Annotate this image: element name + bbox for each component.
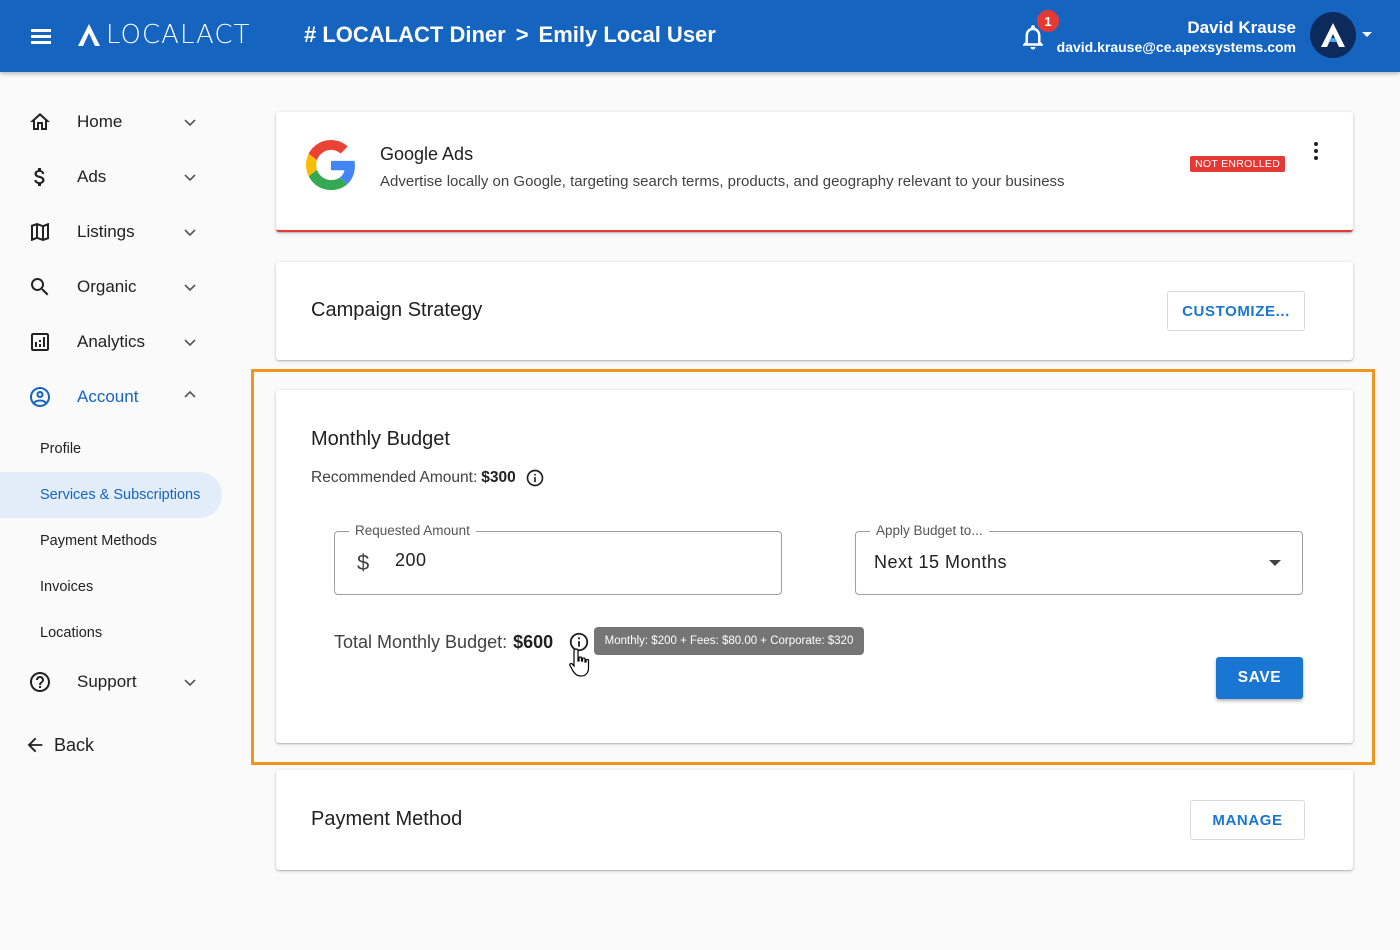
logo-text: LOCALACT (106, 20, 251, 50)
chevron-down-icon (184, 174, 196, 182)
total-value: $600 (513, 632, 554, 652)
pointer-hand-cursor-icon (569, 648, 590, 677)
sidebar-item-account[interactable]: Account (0, 377, 222, 417)
chevron-down-icon (184, 119, 196, 127)
arrow-left-icon (27, 737, 43, 753)
status-badge: NOT ENROLLED (1190, 156, 1286, 172)
chevron-down-icon[interactable] (1362, 32, 1372, 37)
sidebar-subitem-label: Payment Methods (40, 533, 157, 549)
sidebar-item-organic[interactable]: Organic (0, 267, 222, 307)
google-ads-card: Google Ads Advertise locally on Google, … (276, 112, 1353, 232)
field-label: Apply Budget to... (870, 523, 989, 538)
sidebar-subitem-profile[interactable]: Profile (0, 426, 222, 472)
sidebar-subitem-label: Locations (40, 625, 103, 641)
sidebar-subitem-services-subscriptions[interactable]: Services & Subscriptions (0, 472, 222, 518)
payment-method-card: Payment Method MANAGE (276, 770, 1353, 870)
breadcrumb-separator: > (515, 22, 529, 47)
requested-amount-field[interactable]: Requested Amount $ (334, 523, 782, 595)
recommended-amount: Recommended Amount: $300 (311, 468, 545, 488)
sidebar-item-label: Analytics (77, 332, 146, 351)
recommended-value: $300 (481, 469, 516, 486)
sidebar-item-analytics[interactable]: Analytics (0, 322, 222, 362)
currency-prefix: $ (357, 550, 370, 575)
total-monthly-budget: Total Monthly Budget: $600 (334, 632, 553, 653)
sidebar-subitem-payment-methods[interactable]: Payment Methods (0, 518, 222, 564)
sidebar-item-label: Support (77, 672, 137, 691)
localact-logo[interactable]: LOCALACT (76, 18, 250, 52)
dropdown-arrow-icon (1269, 560, 1281, 566)
sidebar-item-label: Account (77, 387, 139, 406)
sidebar-item-listings[interactable]: Listings (0, 212, 222, 252)
card-title: Monthly Budget (311, 428, 450, 450)
avatar[interactable] (1310, 12, 1356, 58)
chevron-down-icon (184, 229, 196, 237)
dollar-icon (34, 168, 45, 186)
selected-value: Next 15 Months (874, 552, 1008, 572)
breadcrumb-user[interactable]: Emily Local User (539, 22, 716, 48)
manage-button[interactable]: MANAGE (1190, 800, 1305, 840)
tooltip: Monthly: $200 + Fees: $80.00 + Corporate… (594, 627, 864, 655)
total-label: Total Monthly Budget: (334, 632, 508, 652)
chevron-down-icon (184, 339, 196, 347)
card-title: Payment Method (311, 808, 463, 830)
sidebar-subitem-invoices[interactable]: Invoices (0, 564, 222, 610)
sidebar-item-home[interactable]: Home (0, 102, 222, 142)
hamburger-menu-icon[interactable] (28, 24, 56, 48)
account-circle-icon (30, 387, 50, 407)
info-icon[interactable] (525, 468, 545, 488)
back-label: Back (54, 734, 95, 755)
help-circle-icon (30, 672, 50, 692)
avatar-logo-icon (1321, 23, 1345, 47)
user-info[interactable]: David Krause david.krause@ce.apexsystems… (1057, 18, 1296, 56)
chevron-down-icon (184, 679, 196, 687)
sidebar-item-label: Listings (77, 222, 135, 241)
sidebar-item-label: Home (77, 112, 123, 131)
field-label: Requested Amount (349, 523, 476, 538)
sidebar: Home Ads Listings Organic Analytics Acco… (0, 72, 240, 950)
card-title: Campaign Strategy (311, 299, 483, 321)
chevron-down-icon (184, 284, 196, 292)
breadcrumb: # LOCALACT Diner > Emily Local User (304, 22, 716, 48)
search-icon (31, 278, 49, 296)
chevron-up-icon (184, 390, 196, 398)
top-app-bar: LOCALACT # LOCALACT Diner > Emily Local … (0, 0, 1400, 72)
sidebar-subitem-label: Invoices (40, 579, 94, 595)
google-logo-icon (306, 140, 355, 190)
sidebar-item-label: Ads (77, 167, 107, 186)
sidebar-subitem-locations[interactable]: Locations (0, 610, 222, 656)
requested-amount-input[interactable] (395, 550, 755, 571)
customize-button[interactable]: CUSTOMIZE... (1167, 291, 1305, 331)
home-icon (30, 113, 50, 130)
sidebar-item-label: Organic (77, 277, 137, 296)
map-icon (31, 223, 49, 241)
campaign-strategy-card: Campaign Strategy CUSTOMIZE... (276, 262, 1353, 360)
sidebar-item-support[interactable]: Support (0, 662, 222, 702)
sidebar-subitem-label: Services & Subscriptions (40, 487, 201, 503)
user-name: David Krause (1187, 18, 1296, 37)
recommended-label: Recommended Amount: (311, 469, 478, 486)
localact-logo-mark-icon (78, 24, 100, 46)
breadcrumb-business[interactable]: # LOCALACT Diner (304, 22, 506, 48)
save-button[interactable]: SAVE (1216, 657, 1303, 699)
sidebar-item-ads[interactable]: Ads (0, 157, 222, 197)
apply-budget-select[interactable]: Apply Budget to... Next 15 Months (855, 523, 1303, 595)
analytics-icon (31, 333, 49, 351)
card-title: Google Ads (380, 144, 474, 164)
user-email: david.krause@ce.apexsystems.com (1056, 39, 1296, 55)
more-vert-icon[interactable] (1308, 140, 1324, 162)
back-button[interactable]: Back (24, 732, 94, 758)
card-description: Advertise locally on Google, targeting s… (380, 173, 1065, 190)
monthly-budget-card: Monthly Budget Recommended Amount: $300 … (276, 390, 1353, 743)
sidebar-subitem-label: Profile (40, 441, 82, 457)
